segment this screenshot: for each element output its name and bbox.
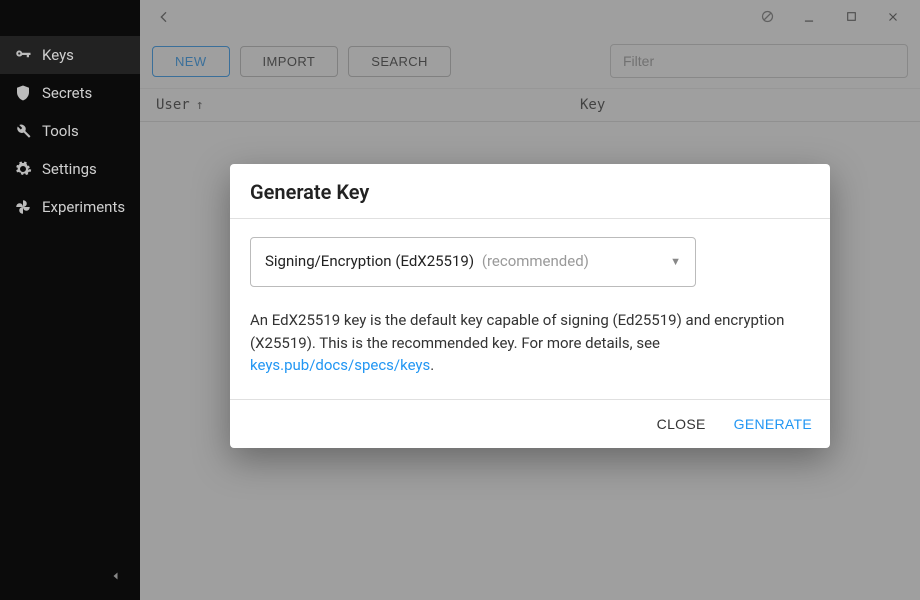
generate-button[interactable]: GENERATE xyxy=(734,416,812,432)
sidebar-item-experiments[interactable]: Experiments xyxy=(0,188,140,226)
dialog-title: Generate Key xyxy=(250,180,810,204)
key-type-select[interactable]: Signing/Encryption (EdX25519) (recommend… xyxy=(250,237,696,287)
sidebar-item-label: Tools xyxy=(42,122,79,140)
shield-icon xyxy=(14,84,32,102)
wrench-icon xyxy=(14,122,32,140)
sidebar-item-secrets[interactable]: Secrets xyxy=(0,74,140,112)
pinwheel-icon xyxy=(14,198,32,216)
sidebar-collapse-button[interactable] xyxy=(110,567,122,586)
dialog-description: An EdX25519 key is the default key capab… xyxy=(250,309,810,377)
dialog-body: Signing/Encryption (EdX25519) (recommend… xyxy=(230,219,830,399)
dialog-actions: CLOSE GENERATE xyxy=(230,399,830,448)
modal-overlay[interactable]: Generate Key Signing/Encryption (EdX2551… xyxy=(140,0,920,600)
sidebar-item-label: Settings xyxy=(42,160,97,178)
key-type-label: Signing/Encryption (EdX25519) (recommend… xyxy=(265,252,589,270)
chevron-down-icon: ▼ xyxy=(670,255,681,268)
generate-key-dialog: Generate Key Signing/Encryption (EdX2551… xyxy=(230,164,830,448)
gear-icon xyxy=(14,160,32,178)
sidebar-item-tools[interactable]: Tools xyxy=(0,112,140,150)
dialog-header: Generate Key xyxy=(230,164,830,219)
sidebar: Keys Secrets Tools Settings Experiments xyxy=(0,0,140,600)
docs-link[interactable]: keys.pub/docs/specs/keys xyxy=(250,356,430,374)
close-dialog-button[interactable]: CLOSE xyxy=(657,416,706,432)
key-icon xyxy=(14,46,32,64)
sidebar-item-settings[interactable]: Settings xyxy=(0,150,140,188)
sidebar-item-label: Experiments xyxy=(42,198,125,216)
sidebar-item-keys[interactable]: Keys xyxy=(0,36,140,74)
sidebar-item-label: Keys xyxy=(42,46,74,64)
sidebar-item-label: Secrets xyxy=(42,84,92,102)
